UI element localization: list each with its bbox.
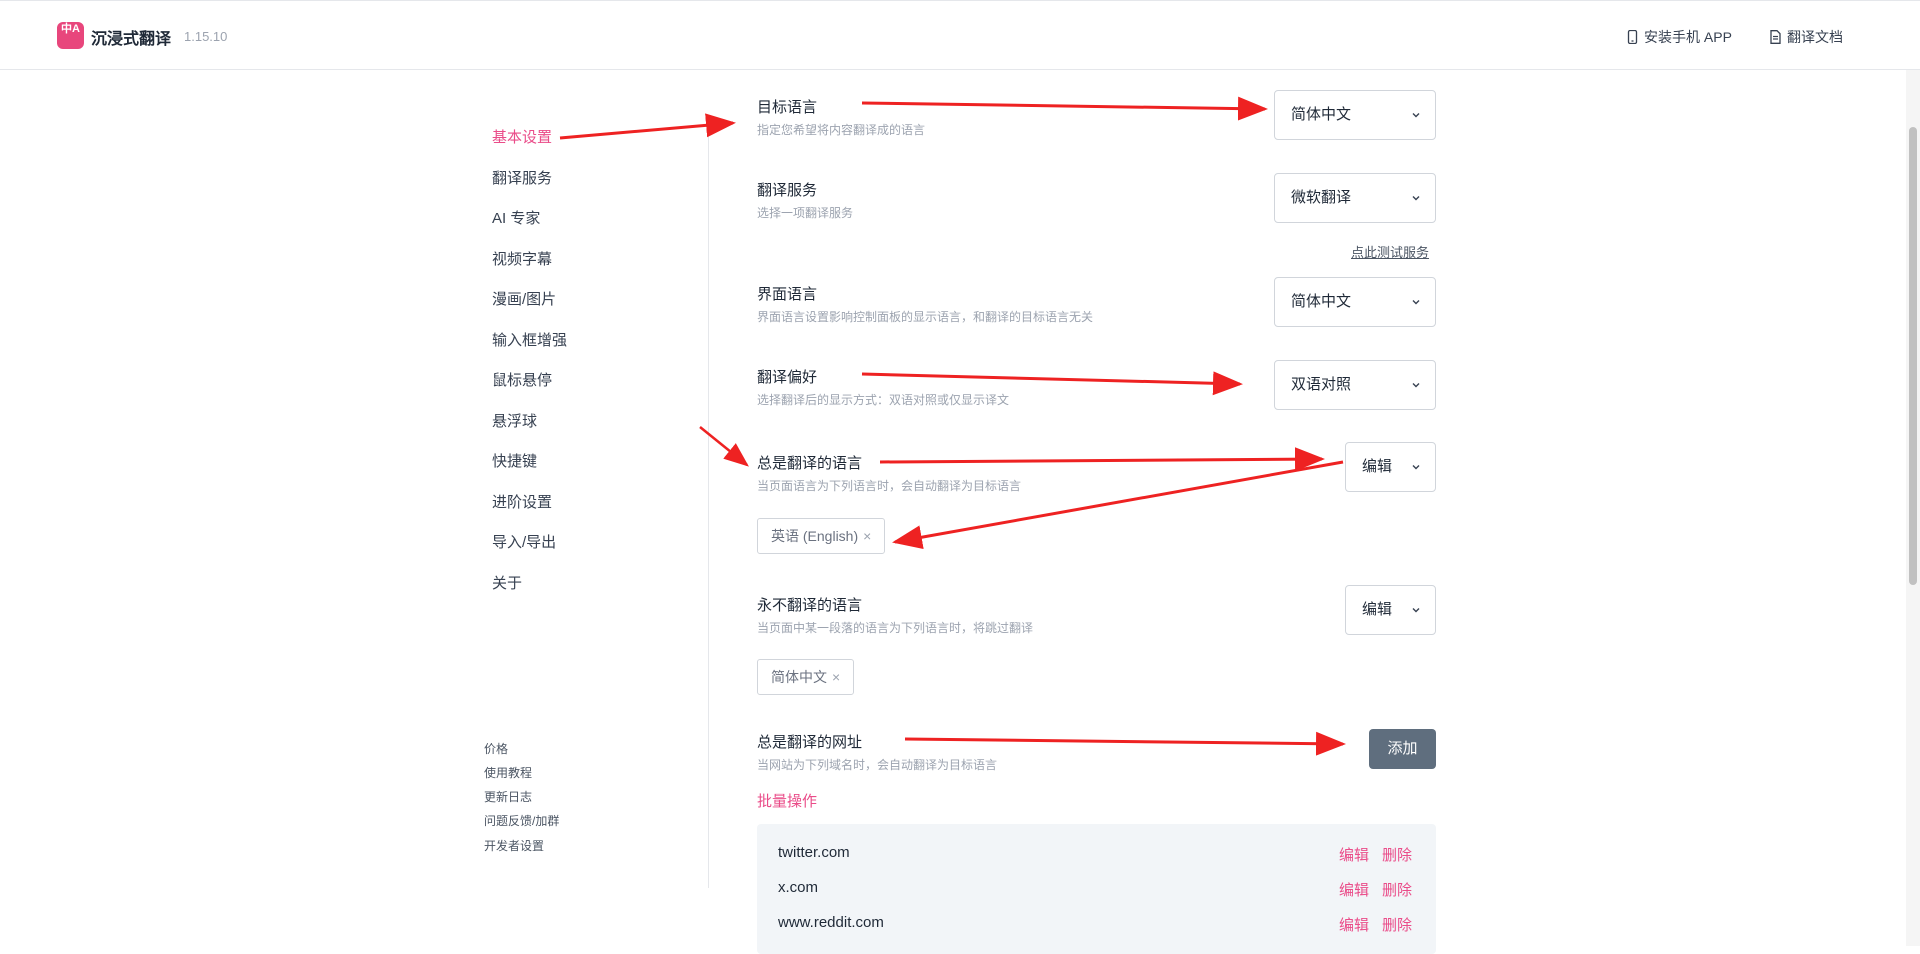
- translate-docs-label: 翻译文档: [1787, 29, 1843, 45]
- tag-label: 简体中文: [771, 669, 827, 685]
- remove-tag-icon[interactable]: ×: [863, 528, 871, 544]
- footer-link-pricing[interactable]: 价格: [484, 740, 508, 757]
- never-translate-languages-edit-button[interactable]: 编辑: [1345, 585, 1436, 635]
- remove-tag-icon[interactable]: ×: [832, 669, 840, 685]
- bulk-operations-link[interactable]: 批量操作: [757, 790, 817, 811]
- delete-url-button[interactable]: 删除: [1382, 879, 1412, 900]
- target-language-value: 简体中文: [1291, 106, 1352, 123]
- tag-label: 英语 (English): [771, 528, 859, 544]
- never-translate-languages-desc: 当页面中某一段落的语言为下列语言时，将跳过翻译: [757, 621, 1034, 635]
- always-translate-languages-desc: 当页面语言为下列语言时，会自动翻译为目标语言: [757, 479, 1022, 493]
- top-bar: 中A 沉浸式翻译 1.15.10 安装手机 APP 翻译文档: [0, 0, 1920, 70]
- sidebar-item-ai-expert[interactable]: AI 专家: [492, 207, 540, 228]
- always-translate-urls-desc: 当网站为下列域名时，会自动翻译为目标语言: [757, 758, 998, 772]
- delete-url-button[interactable]: 删除: [1382, 914, 1412, 935]
- chevron-down-icon: [1412, 608, 1420, 613]
- install-mobile-app-label: 安装手机 APP: [1644, 29, 1732, 45]
- sidebar-item-about[interactable]: 关于: [492, 572, 522, 593]
- list-item: x.com 编辑 删除: [778, 879, 1418, 903]
- chevron-down-icon: [1412, 300, 1420, 305]
- translation-service-value: 微软翻译: [1291, 189, 1352, 206]
- translate-docs-link[interactable]: 翻译文档: [1769, 27, 1843, 47]
- footer-link-changelog[interactable]: 更新日志: [484, 788, 532, 805]
- phone-icon: [1627, 30, 1638, 44]
- interface-language-desc: 界面语言设置影响控制面板的显示语言，和翻译的目标语言无关: [757, 310, 1094, 324]
- list-item: www.reddit.com 编辑 删除: [778, 914, 1418, 938]
- chevron-down-icon: [1412, 113, 1420, 118]
- document-icon: [1770, 30, 1781, 44]
- translation-preference-title: 翻译偏好: [757, 369, 818, 386]
- app-logo-icon: 中A: [57, 22, 84, 49]
- sidebar-item-video-subtitles[interactable]: 视频字幕: [492, 248, 552, 269]
- footer-link-tutorial[interactable]: 使用教程: [484, 764, 532, 781]
- annotation-arrow: [861, 371, 1243, 396]
- translation-service-desc: 选择一项翻译服务: [757, 206, 854, 220]
- annotation-arrow: [904, 731, 1346, 756]
- sidebar-item-translation-service[interactable]: 翻译服务: [492, 167, 552, 188]
- sidebar-item-advanced-settings[interactable]: 进阶设置: [492, 491, 552, 512]
- sidebar-item-shortcuts[interactable]: 快捷键: [492, 450, 537, 471]
- app-brand-name: 沉浸式翻译: [91, 31, 172, 48]
- interface-language-title: 界面语言: [757, 286, 818, 303]
- footer-link-feedback[interactable]: 问题反馈/加群: [484, 812, 559, 829]
- translation-service-title: 翻译服务: [757, 182, 818, 199]
- url-domain: x.com: [778, 879, 819, 896]
- url-domain: twitter.com: [778, 844, 850, 861]
- always-translate-languages-title: 总是翻译的语言: [757, 455, 863, 472]
- sidebar-item-floating-ball[interactable]: 悬浮球: [492, 410, 537, 431]
- app-version: 1.15.10: [184, 29, 228, 44]
- interface-language-value: 简体中文: [1291, 293, 1352, 310]
- translation-preference-desc: 选择翻译后的显示方式：双语对照或仅显示译文: [757, 393, 1010, 407]
- sidebar-divider: [708, 118, 709, 888]
- always-translate-languages-edit-button[interactable]: 编辑: [1345, 442, 1436, 492]
- sidebar-item-import-export[interactable]: 导入/导出: [492, 531, 556, 552]
- chevron-down-icon: [1412, 196, 1420, 201]
- annotation-arrow: [861, 96, 1268, 121]
- add-url-button[interactable]: 添加: [1369, 729, 1436, 769]
- never-translate-language-tag: 简体中文 ×: [757, 659, 855, 695]
- target-language-title: 目标语言: [757, 99, 818, 116]
- install-mobile-app-link[interactable]: 安装手机 APP: [1626, 27, 1732, 47]
- test-service-link[interactable]: 点此测试服务: [1351, 242, 1429, 261]
- translation-service-select[interactable]: 微软翻译: [1274, 173, 1436, 223]
- delete-url-button[interactable]: 删除: [1382, 844, 1412, 865]
- always-translate-language-tag: 英语 (English) ×: [757, 518, 886, 554]
- sidebar-item-manga-images[interactable]: 漫画/图片: [492, 288, 556, 309]
- annotation-arrow: [892, 460, 1344, 550]
- footer-link-developer-settings[interactable]: 开发者设置: [484, 837, 544, 854]
- annotation-arrow: [879, 447, 1325, 472]
- always-translate-url-list: twitter.com 编辑 删除 x.com 编辑 删除 www.reddit…: [757, 824, 1436, 954]
- chevron-down-icon: [1412, 383, 1420, 388]
- always-translate-languages-edit-label: 编辑: [1362, 458, 1393, 475]
- sidebar-item-basic-settings[interactable]: 基本设置: [492, 126, 552, 147]
- target-language-desc: 指定您希望将内容翻译成的语言: [757, 123, 926, 137]
- translation-preference-select[interactable]: 双语对照: [1274, 360, 1436, 410]
- chevron-down-icon: [1412, 465, 1420, 470]
- interface-language-select[interactable]: 简体中文: [1274, 277, 1436, 327]
- sidebar-item-input-enhance[interactable]: 输入框增强: [492, 329, 567, 350]
- never-translate-languages-edit-label: 编辑: [1362, 601, 1393, 618]
- page-scrollbar-thumb[interactable]: [1909, 127, 1917, 585]
- never-translate-languages-title: 永不翻译的语言: [757, 597, 863, 614]
- url-domain: www.reddit.com: [778, 914, 884, 931]
- edit-url-button[interactable]: 编辑: [1339, 844, 1369, 865]
- list-item: twitter.com 编辑 删除: [778, 844, 1418, 868]
- target-language-select[interactable]: 简体中文: [1274, 90, 1436, 140]
- edit-url-button[interactable]: 编辑: [1339, 879, 1369, 900]
- always-translate-urls-title: 总是翻译的网址: [757, 734, 863, 751]
- sidebar-item-mouse-hover[interactable]: 鼠标悬停: [492, 369, 552, 390]
- edit-url-button[interactable]: 编辑: [1339, 914, 1369, 935]
- translation-preference-value: 双语对照: [1291, 376, 1352, 393]
- annotation-arrows: [559, 96, 1346, 756]
